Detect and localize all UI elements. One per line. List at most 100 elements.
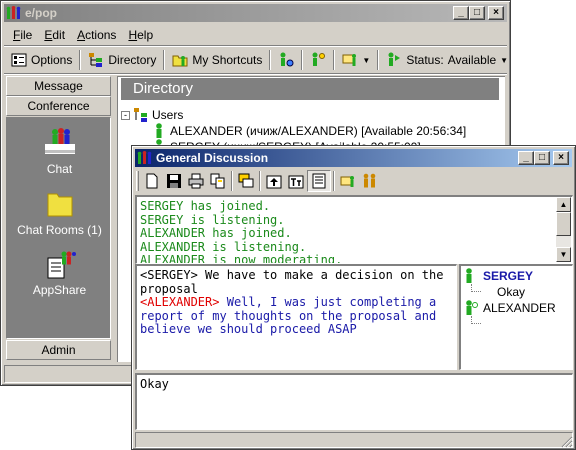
scroll-up-button[interactable]: ▲ <box>556 197 571 212</box>
toolbar-separator <box>231 171 233 191</box>
format-list-icon <box>312 173 326 189</box>
windows-icon <box>238 173 254 188</box>
tree-branch <box>471 316 481 324</box>
event-line: SERGEY has joined. <box>140 199 271 213</box>
font-icon <box>288 175 304 189</box>
chat-maximize-button[interactable]: □ <box>534 151 550 165</box>
send-message-button[interactable] <box>337 170 359 192</box>
nav-admin-button[interactable]: Admin <box>6 340 111 360</box>
maximize-button[interactable]: □ <box>469 6 485 20</box>
menu-bar: File Edit Actions Help <box>7 26 159 44</box>
scroll-down-button[interactable]: ▼ <box>556 247 571 262</box>
event-log: SERGEY has joined. SERGEY is listening. … <box>135 195 573 264</box>
user-search-icon <box>280 52 294 67</box>
users-group-icon <box>134 108 147 122</box>
save-button[interactable] <box>163 170 185 192</box>
toolbar-separator <box>333 50 336 70</box>
toolbar-separator <box>163 50 166 70</box>
close-button[interactable]: × <box>488 6 504 20</box>
chat-status-bar <box>135 432 573 448</box>
tree-node-users[interactable]: - Users <box>121 107 466 123</box>
event-line: ALEXANDER is listening. <box>140 239 307 254</box>
conference-panel: Chat Chat Rooms (1) AppShare <box>6 117 111 339</box>
minimize-button[interactable]: _ <box>453 6 469 20</box>
status-dropdown-button[interactable]: Status: Available ▼ <box>381 49 513 71</box>
find-user-button[interactable] <box>273 49 299 71</box>
menu-actions[interactable]: Actions <box>71 28 122 42</box>
chevron-down-icon: ▼ <box>500 55 509 65</box>
event-log-scrollbar[interactable]: ▲ ▼ <box>556 197 571 262</box>
toolbar-separator <box>269 50 272 70</box>
my-shortcuts-button[interactable]: My Shortcuts <box>167 49 267 71</box>
directory-tree-icon <box>89 53 103 67</box>
event-line: ALEXANDER has joined. <box>140 226 292 240</box>
directory-button[interactable]: Directory <box>83 49 161 71</box>
participant-alexander[interactable]: ALEXANDER <box>463 300 572 316</box>
copy-icon <box>210 173 225 189</box>
new-document-icon <box>146 173 158 189</box>
format-button[interactable] <box>307 170 331 192</box>
copy-button[interactable] <box>207 170 229 192</box>
collapse-icon[interactable]: - <box>121 110 130 120</box>
main-toolbar: Options Directory My Shortcuts ▼ Status: <box>6 47 513 73</box>
message-sender: <ALEXANDER> <box>140 295 220 309</box>
shortcuts-folder-icon <box>172 55 188 67</box>
chat-window-title: General Discussion <box>156 151 269 165</box>
participants-pane: SERGEY Okay ALEXANDER <box>459 264 573 370</box>
chat-toolbar <box>136 168 381 194</box>
participants-button[interactable] <box>359 170 381 192</box>
envelope-icon <box>340 176 354 187</box>
nav-chat-item[interactable]: Chat <box>7 128 112 176</box>
main-titlebar[interactable]: e/pop <box>4 4 507 22</box>
message-input[interactable]: Okay <box>135 373 573 430</box>
menu-file[interactable]: File <box>7 28 38 42</box>
menu-edit[interactable]: Edit <box>38 28 71 42</box>
font-button[interactable] <box>285 170 307 192</box>
toolbar-divider <box>4 73 507 75</box>
tree-branch <box>471 284 481 292</box>
new-button[interactable] <box>141 170 163 192</box>
resize-grip-icon[interactable] <box>561 436 573 448</box>
user-moderator-icon <box>466 300 478 315</box>
chat-titlebar[interactable]: General Discussion <box>135 149 572 167</box>
epop-app-icon <box>6 6 21 19</box>
user-add-icon <box>312 52 326 66</box>
user-online-icon <box>156 123 162 138</box>
chat-app-icon <box>137 151 152 164</box>
event-line: ALEXANDER is now moderating. <box>140 253 343 264</box>
message-line: <ALEXANDER> Well, I was just completing … <box>140 295 453 337</box>
nav-conference-button[interactable]: Conference <box>6 96 111 116</box>
nav-appshare-item[interactable]: AppShare <box>7 250 112 297</box>
toolbar-separator <box>259 171 261 191</box>
scroll-thumb[interactable] <box>556 212 571 236</box>
nav-chat-rooms-item[interactable]: Chat Rooms (1) <box>7 190 112 237</box>
options-button[interactable]: Options <box>6 49 77 71</box>
menu-help[interactable]: Help <box>122 28 159 42</box>
tree-user-alexander[interactable]: ALEXANDER (ичиж/ALEXANDER) [Available 20… <box>151 123 466 139</box>
add-user-button[interactable] <box>305 49 331 71</box>
print-icon <box>188 173 204 189</box>
status-user-icon <box>388 52 401 66</box>
message-input-text: Okay <box>140 377 169 391</box>
print-button[interactable] <box>185 170 207 192</box>
conversation-pane: <SERGEY> We have to make a decision on t… <box>135 264 457 370</box>
toolbar-grip <box>136 171 139 191</box>
participant-sergey[interactable]: SERGEY <box>463 268 572 284</box>
chat-close-button[interactable]: × <box>553 151 569 165</box>
message-line: <SERGEY> We have to make a decision on t… <box>140 268 453 296</box>
nav-message-button[interactable]: Message <box>6 76 111 96</box>
windows-button[interactable] <box>235 170 257 192</box>
options-icon <box>11 53 27 67</box>
toolbar-separator <box>377 50 380 70</box>
participant-note: Okay <box>471 284 572 300</box>
message-icon <box>342 54 357 66</box>
send-file-button[interactable] <box>263 170 285 192</box>
message-dropdown-button[interactable]: ▼ <box>337 49 375 71</box>
event-line: SERGEY is listening. <box>140 212 285 227</box>
chevron-down-icon: ▼ <box>362 55 371 65</box>
toolbar-separator <box>79 50 82 70</box>
participants-icon <box>363 173 376 188</box>
chat-minimize-button[interactable]: _ <box>518 151 534 165</box>
upload-icon <box>266 175 282 189</box>
folder-icon <box>47 193 72 217</box>
